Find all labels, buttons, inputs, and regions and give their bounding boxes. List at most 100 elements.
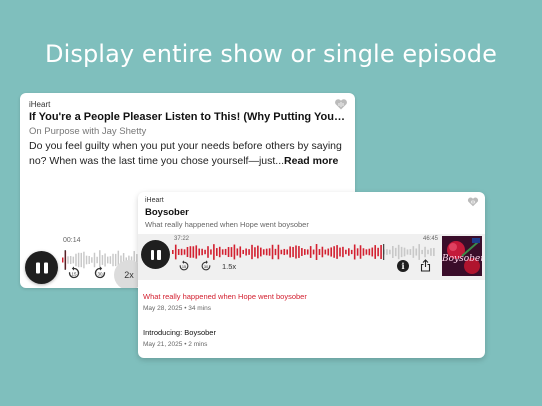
waveform-bar [183, 249, 186, 255]
waveform-bar [88, 255, 90, 265]
episode-item-meta: May 21, 2025 • 2 mins [143, 341, 208, 348]
playback-speed-button[interactable]: 1.5x [222, 262, 236, 271]
waveform-bar [280, 249, 283, 255]
waveform-bar [172, 250, 174, 254]
pause-icon [35, 262, 48, 273]
waveform-bar [374, 245, 377, 259]
waveform-scrubber[interactable] [172, 244, 436, 260]
waveform-bar [283, 248, 286, 256]
waveform-bar [312, 249, 315, 255]
waveform-bar [333, 246, 335, 258]
pause-button[interactable] [141, 240, 170, 269]
show-name[interactable]: On Purpose with Jay Shetty [29, 126, 146, 137]
info-icon[interactable]: i [397, 260, 409, 272]
brand-label: iHeart [145, 197, 164, 204]
waveform-bar [356, 248, 359, 256]
episode-list-item[interactable]: Introducing: Boysober May 21, 2025 • 2 m… [143, 328, 473, 348]
waveform-bar [421, 249, 423, 255]
waveform-bar [304, 249, 306, 255]
waveform-bar [201, 248, 203, 256]
playhead[interactable] [64, 250, 66, 270]
waveform-bar [227, 247, 230, 257]
iheart-logo-icon [335, 99, 347, 110]
waveform-bar [195, 245, 198, 259]
waveform-bar [289, 246, 291, 258]
waveform-bar [112, 253, 114, 267]
episode-list-item[interactable]: What really happened when Hope went boys… [143, 292, 473, 312]
waveform-bar [114, 253, 117, 267]
waveform-bar [236, 248, 239, 256]
waveform-bar [109, 256, 112, 264]
waveform-bar [254, 247, 256, 257]
waveform-bar [292, 246, 294, 258]
waveform-bar [213, 244, 215, 260]
waveform-bar [389, 249, 391, 255]
svg-text:30: 30 [204, 265, 208, 269]
waveform-bar [286, 249, 289, 255]
waveform-bar [298, 246, 300, 258]
waveform-bar [339, 247, 341, 257]
pause-button[interactable] [25, 251, 58, 284]
waveform-bar [251, 244, 253, 260]
waveform-bar [368, 248, 371, 256]
waveform-bar [80, 252, 82, 268]
waveform-bar [189, 246, 192, 258]
waveform-bar [415, 248, 418, 256]
episode-subtitle: What really happened when Hope went boys… [145, 220, 309, 229]
waveform-bar [96, 256, 98, 264]
episode-artwork[interactable]: Boysober [442, 236, 482, 276]
waveform-bar [427, 249, 429, 255]
artwork-label: Boysober [442, 254, 482, 264]
waveform-bar [192, 246, 195, 258]
read-more-link[interactable]: Read more [284, 155, 338, 167]
waveform-bar [350, 249, 353, 255]
rewind-15-icon[interactable]: 15 [178, 260, 190, 272]
waveform-bar [265, 248, 268, 256]
waveform-bar [424, 246, 426, 258]
waveform-bar [397, 244, 400, 260]
waveform-bar [386, 249, 388, 255]
waveform-bar [260, 247, 262, 257]
episode-description: Do you feel guilty when you put your nee… [29, 139, 351, 169]
waveform-bar [242, 249, 245, 255]
waveform-bar [177, 249, 180, 255]
waveform-bar [262, 249, 265, 255]
share-icon[interactable] [420, 259, 431, 272]
waveform-bar [277, 244, 280, 260]
show-title[interactable]: Boysober [145, 207, 189, 218]
waveform-bar [371, 247, 374, 257]
playhead[interactable] [383, 244, 385, 260]
forward-30-icon[interactable]: 30 [200, 260, 212, 272]
waveform-bar [69, 255, 72, 265]
waveform-bar [409, 249, 412, 255]
rewind-15-icon[interactable]: 15 [67, 266, 81, 280]
episode-item-meta: May 28, 2025 • 34 mins [143, 305, 212, 312]
waveform-bar [433, 247, 435, 257]
waveform-bar [362, 248, 365, 256]
waveform-bar [75, 253, 77, 267]
waveform-bar [257, 245, 259, 259]
waveform-bar [72, 256, 75, 264]
waveform-bar [330, 247, 333, 257]
waveform-bar [268, 248, 271, 256]
waveform-bar [180, 248, 183, 256]
episode-player-card: iHeart Boysober What really happened whe… [138, 192, 485, 358]
iheart-logo-icon [467, 197, 479, 207]
waveform-bar [104, 253, 106, 267]
svg-text:15: 15 [71, 272, 77, 277]
waveform-bar [274, 248, 277, 256]
waveform-bar [400, 246, 403, 258]
forward-30-icon[interactable]: 30 [93, 266, 107, 280]
waveform-bar [85, 255, 88, 265]
waveform-bar [210, 249, 212, 255]
waveform-bar [327, 248, 330, 256]
waveform-bar [216, 248, 218, 256]
episode-title[interactable]: If You're a People Pleaser Listen to Thi… [29, 111, 349, 123]
waveform-bar [353, 244, 356, 260]
waveform-bar [62, 257, 64, 263]
elapsed-time: 37:22 [174, 236, 190, 242]
player-bar: 37:22 46:45 15 30 1.5x i Boysober [138, 234, 485, 280]
waveform-bar [365, 249, 368, 255]
waveform-bar [309, 246, 312, 258]
waveform-bar [324, 249, 327, 255]
